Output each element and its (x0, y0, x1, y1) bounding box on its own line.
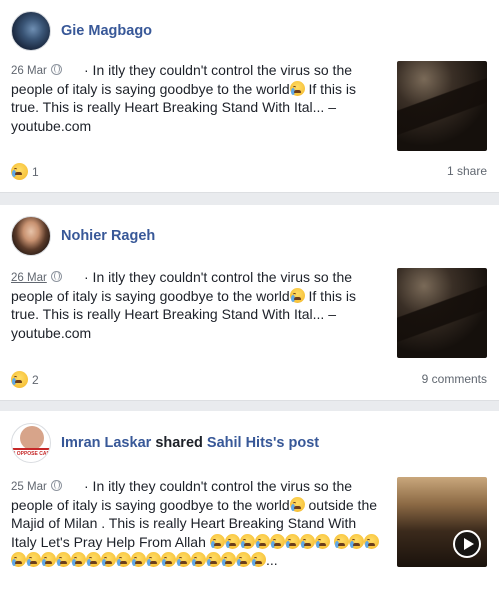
comment-count[interactable]: 9 comments (422, 372, 487, 386)
crying-face-icon (146, 552, 161, 567)
crying-face-icon (254, 533, 270, 549)
post-text: · In itly they couldn't control the viru… (11, 62, 356, 134)
crying-face-icon (26, 552, 41, 567)
share-count[interactable]: 1 share (447, 164, 487, 178)
crying-face-icon (348, 533, 364, 549)
avatar-badge: I OPPOSE CAB (12, 448, 50, 462)
reaction-summary[interactable]: 1 (11, 163, 39, 180)
crying-face-icon (314, 533, 330, 549)
crying-face-icon (363, 533, 379, 549)
author-name[interactable]: Nohier Rageh (61, 228, 155, 244)
feed: Gie Magbago 26 Mar · In itly they couldn… (0, 0, 499, 591)
reaction-count: 2 (32, 372, 39, 387)
avatar[interactable]: I OPPOSE CAB (11, 423, 51, 463)
crying-face-icon (269, 533, 285, 549)
crying-face-icon (101, 552, 116, 567)
crying-face-icon (251, 552, 266, 567)
crying-face-icon (289, 287, 305, 303)
crying-face-icon (333, 533, 349, 549)
crying-face-icon (11, 163, 28, 180)
crying-face-icon (289, 80, 305, 96)
crying-face-icon (116, 552, 131, 567)
crying-face-icon (11, 371, 28, 388)
post-header: I OPPOSE CAB Imran Laskar shared Sahil H… (11, 423, 319, 463)
author-name[interactable]: Gie Magbago (61, 23, 152, 39)
crying-face-icon (71, 552, 86, 567)
reaction-count: 1 (32, 164, 39, 179)
avatar-face (20, 426, 44, 450)
post-header: Nohier Rageh (11, 216, 155, 256)
crying-face-icon (191, 552, 206, 567)
shared-word: shared (155, 435, 203, 451)
crying-face-icon (221, 552, 236, 567)
crying-face-icon (86, 552, 101, 567)
crying-face-icon (284, 533, 300, 549)
crying-face-icon (224, 533, 240, 549)
crying-face-icon (56, 552, 71, 567)
avatar[interactable] (11, 11, 51, 51)
avatar[interactable] (11, 216, 51, 256)
author-line: Imran Laskar shared Sahil Hits's post (61, 435, 319, 451)
author-name[interactable]: Imran Laskar (61, 435, 151, 451)
video-thumbnail[interactable] (397, 61, 487, 151)
crying-face-icon (41, 552, 56, 567)
reaction-summary[interactable]: 2 (11, 371, 39, 388)
crying-face-icon (299, 533, 315, 549)
crying-face-icon (209, 533, 225, 549)
post-text: · In itly they couldn't control the viru… (11, 269, 356, 341)
post-1: Gie Magbago 26 Mar · In itly they couldn… (0, 0, 499, 193)
crying-face-icon (289, 496, 305, 512)
play-icon[interactable] (453, 530, 481, 558)
see-more-ellipsis[interactable]: ... (266, 552, 278, 568)
post-text: · In itly they couldn't control the viru… (11, 478, 379, 568)
crying-face-icon (206, 552, 221, 567)
post-header: Gie Magbago (11, 11, 152, 51)
crying-face-icon (239, 533, 255, 549)
shared-post-link[interactable]: Sahil Hits's post (207, 435, 319, 451)
crying-face-icon (176, 552, 191, 567)
video-thumbnail[interactable] (397, 268, 487, 358)
crying-face-icon (161, 552, 176, 567)
crying-face-icon (11, 552, 26, 567)
crying-face-icon (236, 552, 251, 567)
post-2: Nohier Rageh 26 Mar · In itly they could… (0, 205, 499, 401)
crying-face-icon (131, 552, 146, 567)
post-3: I OPPOSE CAB Imran Laskar shared Sahil H… (0, 411, 499, 591)
video-thumbnail[interactable] (397, 477, 487, 567)
